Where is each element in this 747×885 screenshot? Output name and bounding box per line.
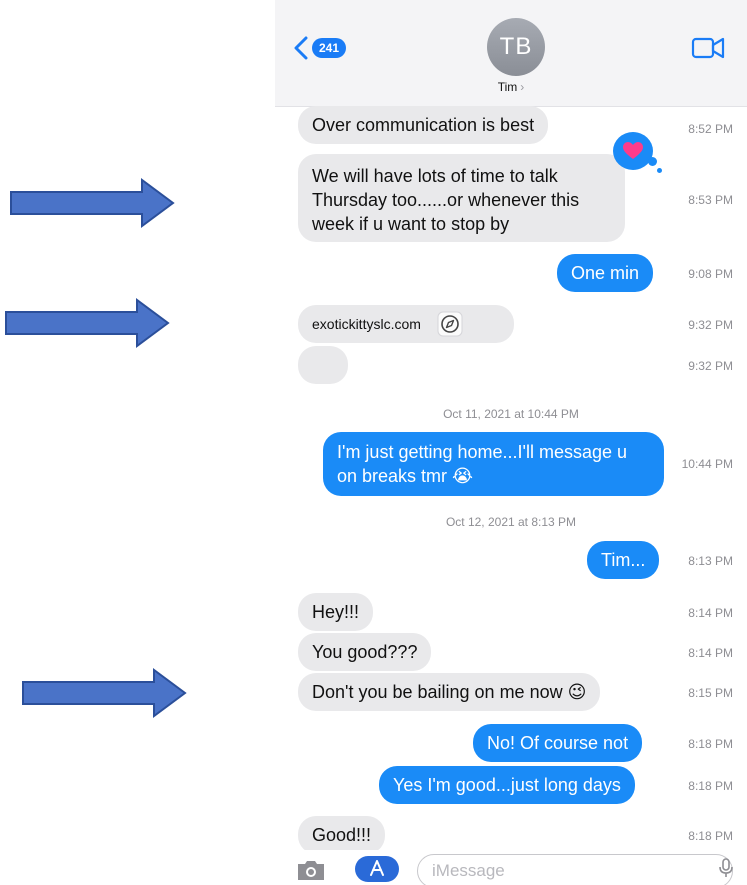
message-time: 8:18 PM — [688, 829, 733, 843]
message-time: 8:14 PM — [688, 606, 733, 620]
message-bubble[interactable]: We will have lots of time to talk Thursd… — [298, 154, 625, 242]
message-time: 8:13 PM — [688, 554, 733, 568]
message-bubble[interactable]: Don't you be bailing on me now 😉 — [298, 673, 601, 711]
annotation-arrow-2 — [5, 298, 170, 348]
message-time: 8:18 PM — [688, 779, 733, 793]
message-bubble[interactable]: Tim... — [587, 541, 660, 579]
message-time: 9:32 PM — [688, 359, 733, 373]
chevron-left-icon — [294, 36, 308, 60]
message-bubble[interactable]: Yes I'm good...just long days — [379, 766, 635, 804]
message-time: 8:52 PM — [688, 122, 733, 136]
message-time: 8:53 PM — [688, 193, 733, 207]
message-bubble[interactable]: I'm just getting home...I'll message u o… — [323, 432, 664, 496]
message-input-bar: iMessage — [275, 850, 747, 885]
contact-avatar[interactable]: TB — [487, 18, 545, 76]
video-call-icon[interactable] — [691, 36, 725, 60]
date-stamp: Oct 11, 2021 at 10:44 PM — [443, 407, 579, 421]
link-preview-bubble[interactable]: exotickittyslc.com — [298, 305, 514, 343]
back-button[interactable]: 241 — [293, 36, 347, 60]
message-time: 10:44 PM — [681, 457, 733, 471]
microphone-icon[interactable] — [719, 858, 733, 878]
annotation-arrow-3 — [22, 668, 187, 718]
message-time: 9:32 PM — [688, 318, 733, 332]
annotation-arrow-1 — [10, 178, 175, 228]
message-bubble[interactable]: Hey!!! — [298, 593, 374, 631]
date-stamp: Oct 12, 2021 at 8:13 PM — [445, 515, 577, 529]
messages-screen: 241 TB Tim › Over communication is best 8… — [275, 0, 747, 885]
message-bubble-empty[interactable] — [298, 346, 348, 384]
message-bubble[interactable]: Good!!! — [298, 816, 386, 854]
message-time: 9:08 PM — [688, 267, 733, 281]
message-bubble[interactable]: You good??? — [298, 633, 432, 671]
message-time: 8:14 PM — [688, 646, 733, 660]
imessage-input[interactable]: iMessage — [417, 854, 733, 885]
contact-chevron: › — [520, 80, 525, 94]
app-store-icon — [370, 860, 384, 876]
unread-count-badge: 241 — [312, 38, 347, 58]
camera-icon[interactable] — [295, 858, 327, 882]
message-bubble[interactable]: One min — [557, 254, 654, 292]
compass-icon — [437, 311, 463, 337]
message-time: 8:18 PM — [688, 737, 733, 751]
contact-name-button[interactable]: Tim › — [275, 80, 747, 94]
conversation-header: 241 TB Tim › — [275, 0, 747, 107]
app-store-button[interactable] — [355, 856, 399, 882]
message-bubble[interactable]: No! Of course not — [473, 724, 643, 762]
message-bubble[interactable]: Over communication is best — [298, 106, 549, 144]
link-url: exotickittyslc.com — [312, 316, 421, 332]
contact-name: Tim — [497, 80, 518, 94]
heart-tapback-icon — [613, 132, 662, 173]
message-time: 8:15 PM — [688, 686, 733, 700]
